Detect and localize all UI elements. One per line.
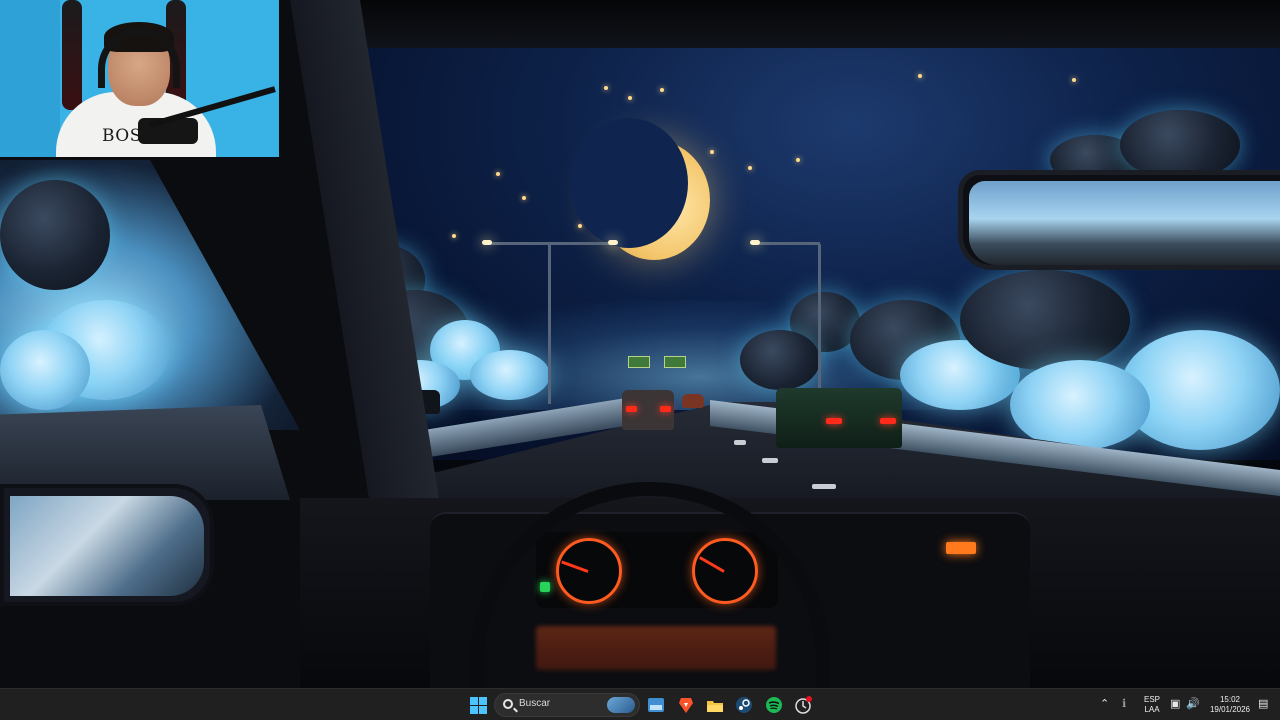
keyboard-layout: LAA — [1144, 705, 1160, 714]
rearview-mirror-glass — [969, 181, 1280, 265]
microphone-icon[interactable]: ℹ — [1122, 697, 1126, 711]
brave-browser-icon — [679, 698, 693, 713]
star — [748, 166, 752, 170]
lane-marking — [762, 458, 778, 463]
taskbar-app-spotify[interactable] — [762, 693, 786, 717]
cloud — [960, 270, 1130, 370]
star — [918, 74, 922, 78]
tail-light — [826, 418, 842, 424]
cloud — [1010, 360, 1150, 450]
webcam-wall — [0, 0, 60, 157]
street-light-arm — [486, 242, 616, 245]
clock-date: 19/01/2026 — [1209, 705, 1251, 714]
tail-light — [880, 418, 896, 424]
rearview-mirror — [958, 170, 1280, 270]
cloud — [740, 330, 820, 390]
guitar — [62, 0, 82, 110]
street-light-arm — [754, 242, 820, 245]
car-roof — [300, 0, 1280, 48]
clock-time: 15:02 — [1219, 695, 1241, 704]
star — [628, 96, 632, 100]
webcam-overlay: BOST — [0, 0, 279, 157]
street-lamp — [608, 240, 618, 245]
widgets-icon — [648, 698, 664, 712]
file-explorer-icon — [707, 700, 723, 712]
street-light-pole — [548, 244, 551, 404]
star — [452, 234, 456, 238]
chevron-up-icon[interactable]: ⌃ — [1100, 697, 1109, 711]
network-icon[interactable]: ▣ — [1170, 697, 1180, 711]
search-highlight-icon — [607, 697, 635, 713]
tail-light — [626, 406, 637, 412]
notification-icon[interactable]: ▤ — [1258, 697, 1268, 711]
car-ahead — [682, 394, 704, 408]
app-with-badge-icon — [795, 696, 812, 714]
star — [522, 196, 526, 200]
taskbar-app-brave[interactable] — [674, 693, 698, 717]
windows-logo-icon — [469, 696, 487, 714]
search-placeholder: Buscar — [519, 698, 551, 709]
star — [604, 86, 608, 90]
cloud — [470, 350, 550, 400]
side-mirror — [0, 484, 214, 606]
lane-marking — [734, 440, 746, 445]
taskbar-app-badged[interactable] — [791, 693, 815, 717]
volume-icon[interactable]: 🔊 — [1186, 697, 1200, 711]
side-mirror-glass — [10, 496, 204, 596]
clock[interactable]: 15:02 19/01/2026 — [1206, 695, 1254, 715]
taskbar-app-steam[interactable] — [732, 693, 756, 717]
highway-sign — [664, 356, 686, 368]
lane-marking — [812, 484, 836, 489]
moon-shadow — [570, 118, 688, 248]
spotify-icon — [766, 697, 782, 713]
language-indicator[interactable]: ESP LAA — [1140, 695, 1164, 715]
hazard-light — [946, 542, 976, 554]
start-button[interactable] — [466, 693, 490, 717]
cloud — [0, 180, 110, 290]
search-icon — [503, 699, 513, 709]
street-light-pole — [818, 244, 821, 394]
taskbar-app-widgets[interactable] — [644, 693, 668, 717]
search-box[interactable]: Buscar — [494, 693, 640, 717]
highway-sign — [628, 356, 650, 368]
star — [496, 172, 500, 176]
star — [660, 88, 664, 92]
language-code: ESP — [1143, 695, 1160, 704]
steam-icon — [736, 697, 752, 713]
star — [1072, 78, 1076, 82]
tail-light — [660, 406, 671, 412]
street-lamp — [482, 240, 492, 245]
star — [710, 150, 714, 154]
cloud — [0, 330, 90, 410]
star — [796, 158, 800, 162]
star — [578, 224, 582, 228]
street-lamp — [750, 240, 760, 245]
taskbar-app-file-explorer[interactable] — [703, 693, 727, 717]
taskbar: Buscar ⌃ ℹ ESP LAA ▣ 🔊 15:02 19/01/2026 … — [0, 688, 1280, 720]
